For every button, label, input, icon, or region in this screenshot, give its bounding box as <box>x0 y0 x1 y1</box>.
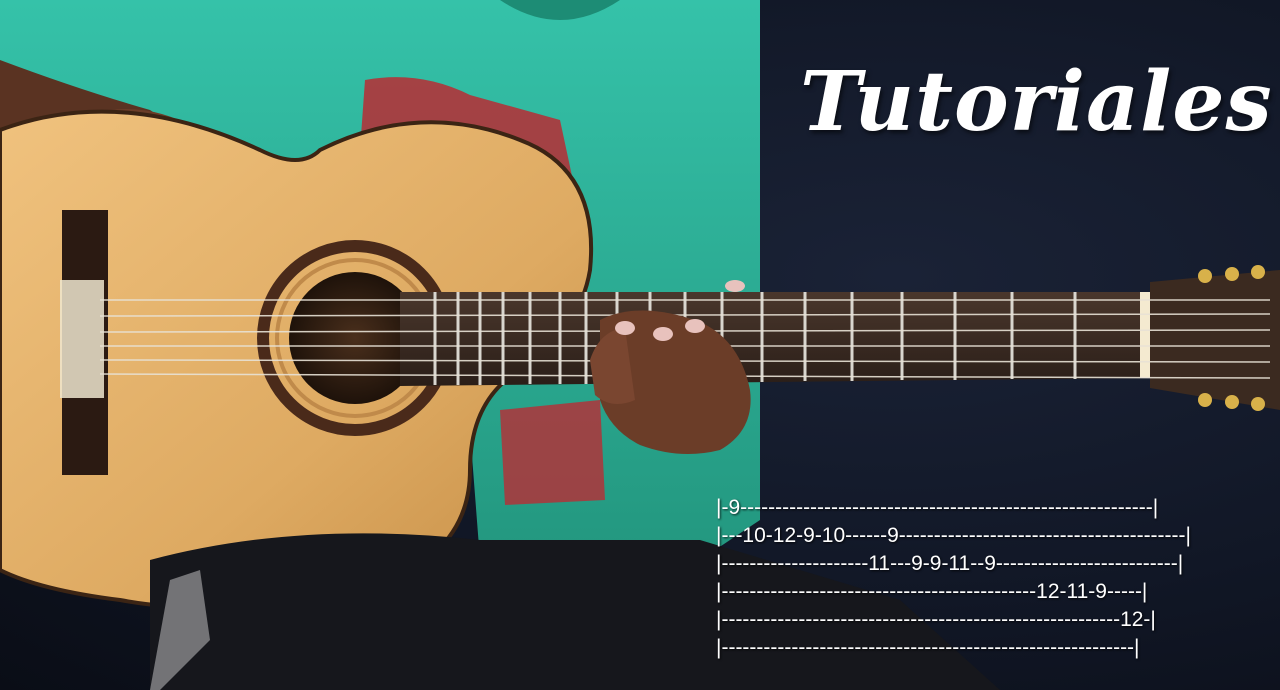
video-frame: Tutoriales |-9--------------------------… <box>0 0 1280 690</box>
tab-line-string-3: |---------------------11---9-9-11--9----… <box>716 552 1184 575</box>
tab-line-string-2: |---10-12-9-10------9-------------------… <box>716 524 1191 547</box>
tablature-block: |-9-------------------------------------… <box>716 494 1246 662</box>
tab-line-string-6: |---------------------------------------… <box>716 636 1140 659</box>
tab-line-string-1: |-9-------------------------------------… <box>716 496 1159 519</box>
tab-line-string-5: |---------------------------------------… <box>716 608 1156 631</box>
overlay-title: Tutoriales <box>800 54 1273 150</box>
tab-line-string-4: |---------------------------------------… <box>716 580 1148 603</box>
